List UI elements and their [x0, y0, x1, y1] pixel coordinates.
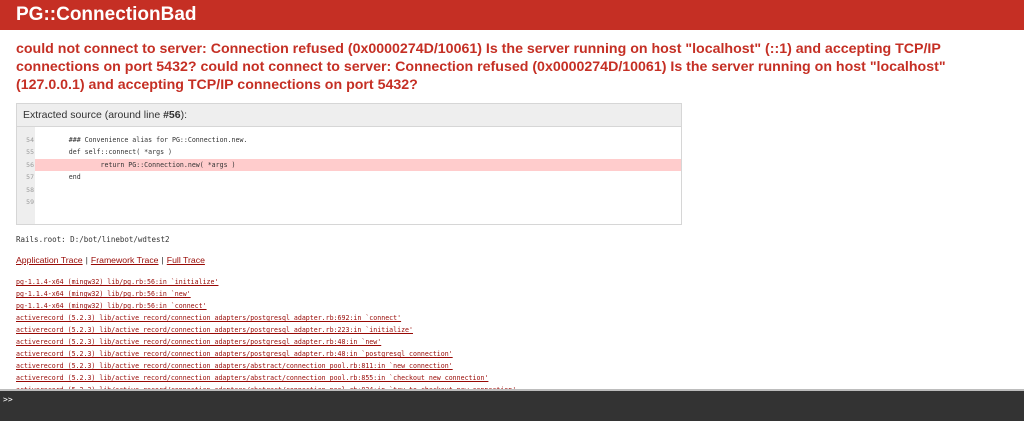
- full-trace-link[interactable]: Full Trace: [167, 255, 205, 265]
- line-number: 56: [26, 160, 34, 169]
- source-body: 54 55 56 57 58 59 ### Convenience alias for P…: [17, 127, 681, 224]
- trace-frame-link[interactable]: activerecord (5.2.3) lib/active_record/c…: [16, 324, 1016, 336]
- line-number: 59: [26, 197, 34, 206]
- console-prompt: >>: [3, 395, 13, 404]
- error-header: PG::ConnectionBad: [0, 0, 1024, 30]
- code-area: ### Convenience alias for PG::Connection…: [35, 127, 681, 224]
- framework-trace-link[interactable]: Framework Trace: [91, 255, 159, 265]
- code-lines: ### Convenience alias for PG::Connection…: [35, 134, 681, 208]
- code-line: ### Convenience alias for PG::Connection…: [37, 136, 248, 144]
- trace-frame-link[interactable]: activerecord (5.2.3) lib/active_record/c…: [16, 348, 1016, 360]
- rails-root: Rails.root: D:/bot/linebot/wdtest2: [16, 235, 170, 244]
- trace-frame-link[interactable]: pg-1.1.4-x64 (mingw32) lib/pg.rb:56:in `…: [16, 300, 1016, 312]
- error-message: could not connect to server: Connection …: [16, 41, 946, 93]
- trace-frame-link[interactable]: pg-1.1.4-x64 (mingw32) lib/pg.rb:56:in `…: [16, 288, 1016, 300]
- trace-link-separator: |: [161, 255, 164, 265]
- source-title-line: #56: [163, 109, 181, 121]
- trace-frame-link[interactable]: activerecord (5.2.3) lib/active_record/c…: [16, 312, 1016, 324]
- error-class-title: PG::ConnectionBad: [16, 4, 197, 25]
- extracted-source-title: Extracted source (around line #56):: [17, 104, 681, 127]
- trace-tabs: Application Trace | Framework Trace | Full T…: [16, 255, 205, 265]
- application-trace-link[interactable]: Application Trace: [16, 255, 83, 265]
- line-number: 57: [26, 173, 34, 182]
- line-number: 58: [26, 185, 34, 194]
- extracted-source-panel: Extracted source (around line #56): 54 55…: [16, 103, 682, 225]
- code-line: def self::connect( *args ): [37, 148, 172, 157]
- source-title-suffix: ):: [180, 109, 188, 121]
- trace-frame-link[interactable]: activerecord (5.2.3) lib/active_record/c…: [16, 360, 1016, 372]
- trace-link-separator: |: [85, 255, 88, 265]
- web-console[interactable]: >>: [0, 391, 1024, 421]
- line-numbers: 54 55 56 57 58 59: [17, 134, 34, 208]
- code-line-highlighted: return PG::Connection.new( *args ): [35, 158, 681, 172]
- line-number: 54: [26, 136, 34, 144]
- source-title-prefix: Extracted source (around line: [23, 109, 164, 121]
- trace-list: pg-1.1.4-x64 (mingw32) lib/pg.rb:56:in `…: [16, 276, 1016, 396]
- trace-frame-link[interactable]: activerecord (5.2.3) lib/active_record/c…: [16, 336, 1016, 348]
- code-line: end: [37, 173, 81, 182]
- trace-frame-link[interactable]: pg-1.1.4-x64 (mingw32) lib/pg.rb:56:in `…: [16, 276, 1016, 288]
- line-number: 55: [26, 148, 34, 157]
- trace-frame-link[interactable]: activerecord (5.2.3) lib/active_record/c…: [16, 372, 1016, 384]
